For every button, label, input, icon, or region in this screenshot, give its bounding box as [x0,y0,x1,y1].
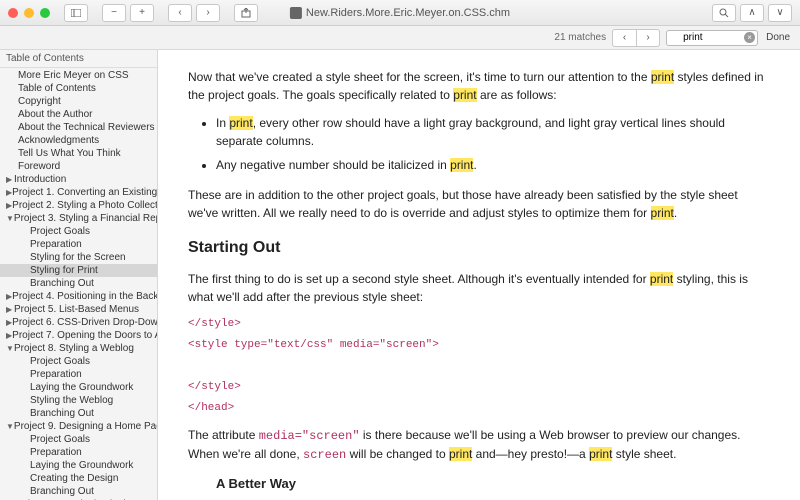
highlight: print [651,206,674,220]
heading-better-way: A Better Way [216,474,770,494]
minimize-icon[interactable] [24,8,34,18]
toc-item[interactable]: ▼Project 8. Styling a Weblog [0,342,157,355]
highlight: print [453,88,476,102]
highlight: print [449,447,472,461]
toc-item[interactable]: Table of Contents [0,82,157,95]
body-text: The attribute media="screen" is there be… [188,426,770,464]
search-button[interactable] [712,4,736,22]
toc-item[interactable]: Laying the Groundwork [0,459,157,472]
back-button[interactable]: ‹ [168,4,192,22]
toc-item[interactable]: Acknowledgments [0,134,157,147]
highlight: print [651,70,674,84]
toc-item[interactable]: Foreword [0,160,157,173]
find-next-button[interactable]: › [636,29,660,47]
zoom-out-button[interactable]: − [102,4,126,22]
toc-item[interactable]: Project Goals [0,355,157,368]
toc-item[interactable]: Styling the Weblog [0,394,157,407]
toc-item[interactable]: ▶Project 1. Converting an Existing Page [0,186,157,199]
code-line: </style> [188,316,770,333]
toc-item[interactable]: ▶Project 4. Positioning in the Backgroun… [0,290,157,303]
window-title-text: New.Riders.More.Eric.Meyer.on.CSS.chm [306,7,510,19]
body-text: The first thing to do is set up a second… [188,270,770,306]
highlight: print [229,116,252,130]
toc-list: More Eric Meyer on CSSTable of ContentsC… [0,68,157,500]
code-line: <style type="text/css" media="screen"> [188,337,770,354]
window-controls [8,8,50,18]
toc-item[interactable]: ▶Project 7. Opening the Doors to Attract… [0,329,157,342]
highlight: print [589,447,612,461]
toc-item[interactable]: Project Goals [0,225,157,238]
sidebar-header: Table of Contents [0,50,157,68]
zoom-icon[interactable] [40,8,50,18]
body-text: Now that we've created a style sheet for… [188,68,770,104]
toc-item[interactable]: Laying the Groundwork [0,381,157,394]
window-title: New.Riders.More.Eric.Meyer.on.CSS.chm [290,7,510,19]
clear-search-icon[interactable]: × [744,32,755,43]
toc-item[interactable]: Copyright [0,95,157,108]
bullet-list: In print, every other row should have a … [216,114,770,174]
toc-item[interactable]: ▼Project 9. Designing a Home Page [0,420,157,433]
toc-item[interactable]: ▶Introduction [0,173,157,186]
titlebar: − + ‹ › New.Riders.More.Eric.Meyer.on.CS… [0,0,800,26]
match-count: 21 matches [554,32,606,43]
find-bar: 21 matches ‹ › 🔍 × Done [0,26,800,50]
toc-item[interactable]: About the Technical Reviewers [0,121,157,134]
zoom-in-button[interactable]: + [130,4,154,22]
code-line: </style> [188,379,770,396]
toc-item[interactable]: Project Goals [0,433,157,446]
document-icon [290,7,302,19]
highlight: print [650,272,673,286]
toc-item[interactable]: ▼Project 3. Styling a Financial Report [0,212,157,225]
list-item: In print, every other row should have a … [216,114,770,150]
sidebar: Table of Contents More Eric Meyer on CSS… [0,50,158,500]
code-inline: media="screen" [259,429,360,443]
toc-item[interactable]: Styling for Print [0,264,157,277]
toc-item[interactable]: ▶Project 5. List-Based Menus [0,303,157,316]
sidebar-toggle-button[interactable] [64,4,88,22]
prev-result-button[interactable]: ∧ [740,4,764,22]
close-icon[interactable] [8,8,18,18]
toc-item[interactable]: Preparation [0,446,157,459]
toc-item[interactable]: Branching Out [0,485,157,498]
toc-item[interactable]: Branching Out [0,407,157,420]
code-inline: screen [303,448,346,462]
next-result-button[interactable]: ∨ [768,4,792,22]
share-button[interactable] [234,4,258,22]
toc-item[interactable]: Preparation [0,368,157,381]
toc-item[interactable]: About the Author [0,108,157,121]
done-button[interactable]: Done [764,32,792,43]
toc-item[interactable]: Creating the Design [0,472,157,485]
toc-item[interactable]: Tell Us What You Think [0,147,157,160]
toc-item[interactable]: ▶Project 6. CSS-Driven Drop-Down Menus [0,316,157,329]
heading-starting-out: Starting Out [188,236,770,260]
toc-item[interactable]: Styling for the Screen [0,251,157,264]
toc-item[interactable]: ▶Project 2. Styling a Photo Collection [0,199,157,212]
list-item: Any negative number should be italicized… [216,156,770,174]
toc-item[interactable]: More Eric Meyer on CSS [0,69,157,82]
body-text: These are in addition to the other proje… [188,186,770,222]
forward-button[interactable]: › [196,4,220,22]
highlight: print [450,158,473,172]
find-prev-button[interactable]: ‹ [612,29,636,47]
toc-item[interactable]: Preparation [0,238,157,251]
toc-item[interactable]: Branching Out [0,277,157,290]
content-area[interactable]: Now that we've created a style sheet for… [158,50,800,500]
code-line: </head> [188,400,770,417]
